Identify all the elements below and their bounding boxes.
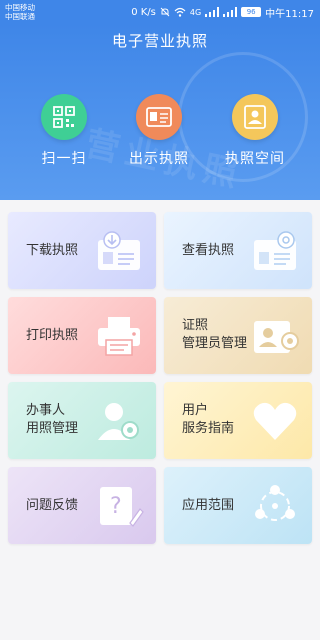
wifi-icon xyxy=(174,7,186,17)
card-license-admin[interactable]: 证照 管理员管理 xyxy=(164,297,312,374)
show-license-label: 出示执照 xyxy=(129,151,189,167)
heart-icon xyxy=(253,402,297,440)
card-download-license[interactable]: 下载执照 xyxy=(8,212,156,289)
carrier-1: 中国移动 xyxy=(5,3,35,12)
card-label: 下载执照 xyxy=(26,243,79,258)
scan-label: 扫一扫 xyxy=(41,151,87,167)
card-label-line2: 用照管理 xyxy=(26,421,79,436)
card-label: 办事人 xyxy=(26,403,66,418)
admin-license-icon xyxy=(254,321,299,353)
card-label: 证照 xyxy=(182,318,209,333)
question-feedback-icon: ? xyxy=(100,487,144,527)
carrier-2: 中国联通 xyxy=(5,12,35,21)
network-icon xyxy=(255,485,295,521)
clock: 中午11:17 xyxy=(265,8,314,20)
signal-icon xyxy=(205,7,220,17)
license-card-icon xyxy=(136,94,182,140)
status-bar: 中国移动 中国联通 0 K/s 4G 96 中午11:17 xyxy=(0,0,320,24)
network-speed: 0 K/s xyxy=(131,6,156,18)
card-label: 打印执照 xyxy=(26,328,79,343)
header-banner: 营业执照 电子营业执照 扫一扫 出示执照 执照空间 xyxy=(0,24,320,200)
card-label: 用户 xyxy=(182,403,209,418)
card-label-line2: 服务指南 xyxy=(182,421,235,436)
scan-button[interactable]: 扫一扫 xyxy=(19,94,109,168)
show-license-button[interactable]: 出示执照 xyxy=(114,94,204,168)
printer-icon xyxy=(98,317,140,356)
card-feedback[interactable]: 问题反馈 ? xyxy=(8,467,156,544)
card-service-guide[interactable]: 用户 服务指南 xyxy=(164,382,312,459)
card-scope[interactable]: 应用范围 xyxy=(164,467,312,544)
user-gear-icon xyxy=(98,403,139,440)
carrier-info: 中国移动 中国联通 xyxy=(5,3,35,21)
signal-icon-2 xyxy=(223,7,238,17)
qr-code-icon xyxy=(41,94,87,140)
network-type: 4G xyxy=(189,7,202,17)
card-print-license[interactable]: 打印执照 xyxy=(8,297,156,374)
person-badge-icon xyxy=(232,94,278,140)
page-title: 电子营业执照 xyxy=(111,32,208,50)
card-label: 问题反馈 xyxy=(26,498,79,513)
card-label: 应用范围 xyxy=(182,498,235,513)
license-space-button[interactable]: 执照空间 xyxy=(210,94,300,168)
license-space-label: 执照空间 xyxy=(225,151,285,167)
card-view-license[interactable]: 查看执照 xyxy=(164,212,312,289)
card-label: 查看执照 xyxy=(182,243,235,258)
card-label-line2: 管理员管理 xyxy=(182,336,248,351)
battery-icon: 96 xyxy=(241,7,262,17)
bell-muted-icon xyxy=(160,7,170,17)
status-icons: 0 K/s 4G 96 中午11:17 xyxy=(131,5,314,20)
download-license-icon xyxy=(98,231,140,270)
card-agent-usage-management[interactable]: 办事人 用照管理 xyxy=(8,382,156,459)
svg-text:?: ? xyxy=(110,494,122,519)
view-license-icon xyxy=(254,231,296,270)
